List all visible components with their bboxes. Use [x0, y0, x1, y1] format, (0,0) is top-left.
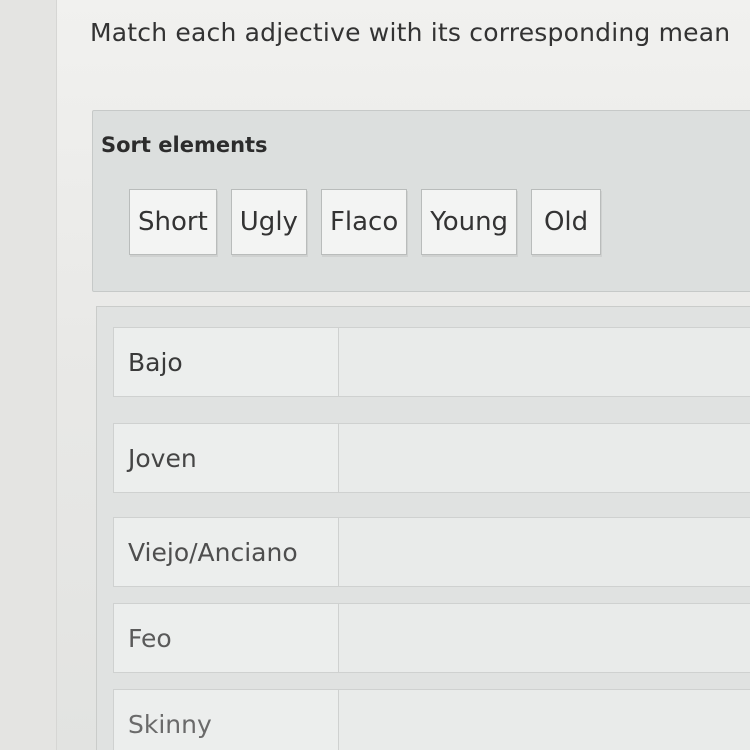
sort-elements-title: Sort elements — [101, 133, 268, 157]
match-label: Bajo — [113, 327, 339, 397]
drop-zone[interactable] — [339, 327, 750, 397]
chip-short[interactable]: Short — [129, 189, 217, 255]
drop-zone[interactable] — [339, 603, 750, 673]
match-label: Skinny — [113, 689, 339, 750]
drop-zone[interactable] — [339, 423, 750, 493]
drop-zone[interactable] — [339, 689, 750, 750]
match-row-bajo: Bajo — [113, 327, 750, 397]
match-label: Feo — [113, 603, 339, 673]
page: Match each adjective with its correspond… — [0, 0, 750, 750]
match-label: Joven — [113, 423, 339, 493]
match-row-joven: Joven — [113, 423, 750, 493]
sort-elements-panel: Sort elements Short Ugly Flaco Young Old — [92, 110, 750, 292]
match-row-feo: Feo — [113, 603, 750, 673]
match-label: Viejo/Anciano — [113, 517, 339, 587]
matching-table: Bajo Joven Viejo/Anciano Feo Skinny — [96, 306, 750, 750]
chip-young[interactable]: Young — [421, 189, 518, 255]
match-row-viejo-anciano: Viejo/Anciano — [113, 517, 750, 587]
match-row-skinny: Skinny — [113, 689, 750, 750]
left-sidebar — [0, 0, 57, 750]
chip-flaco[interactable]: Flaco — [320, 189, 408, 255]
chip-ugly[interactable]: Ugly — [230, 189, 307, 255]
drop-zone[interactable] — [339, 517, 750, 587]
chip-old[interactable]: Old — [531, 189, 602, 255]
draggable-chip-list: Short Ugly Flaco Young Old — [129, 189, 602, 255]
question-instruction: Match each adjective with its correspond… — [90, 18, 731, 47]
